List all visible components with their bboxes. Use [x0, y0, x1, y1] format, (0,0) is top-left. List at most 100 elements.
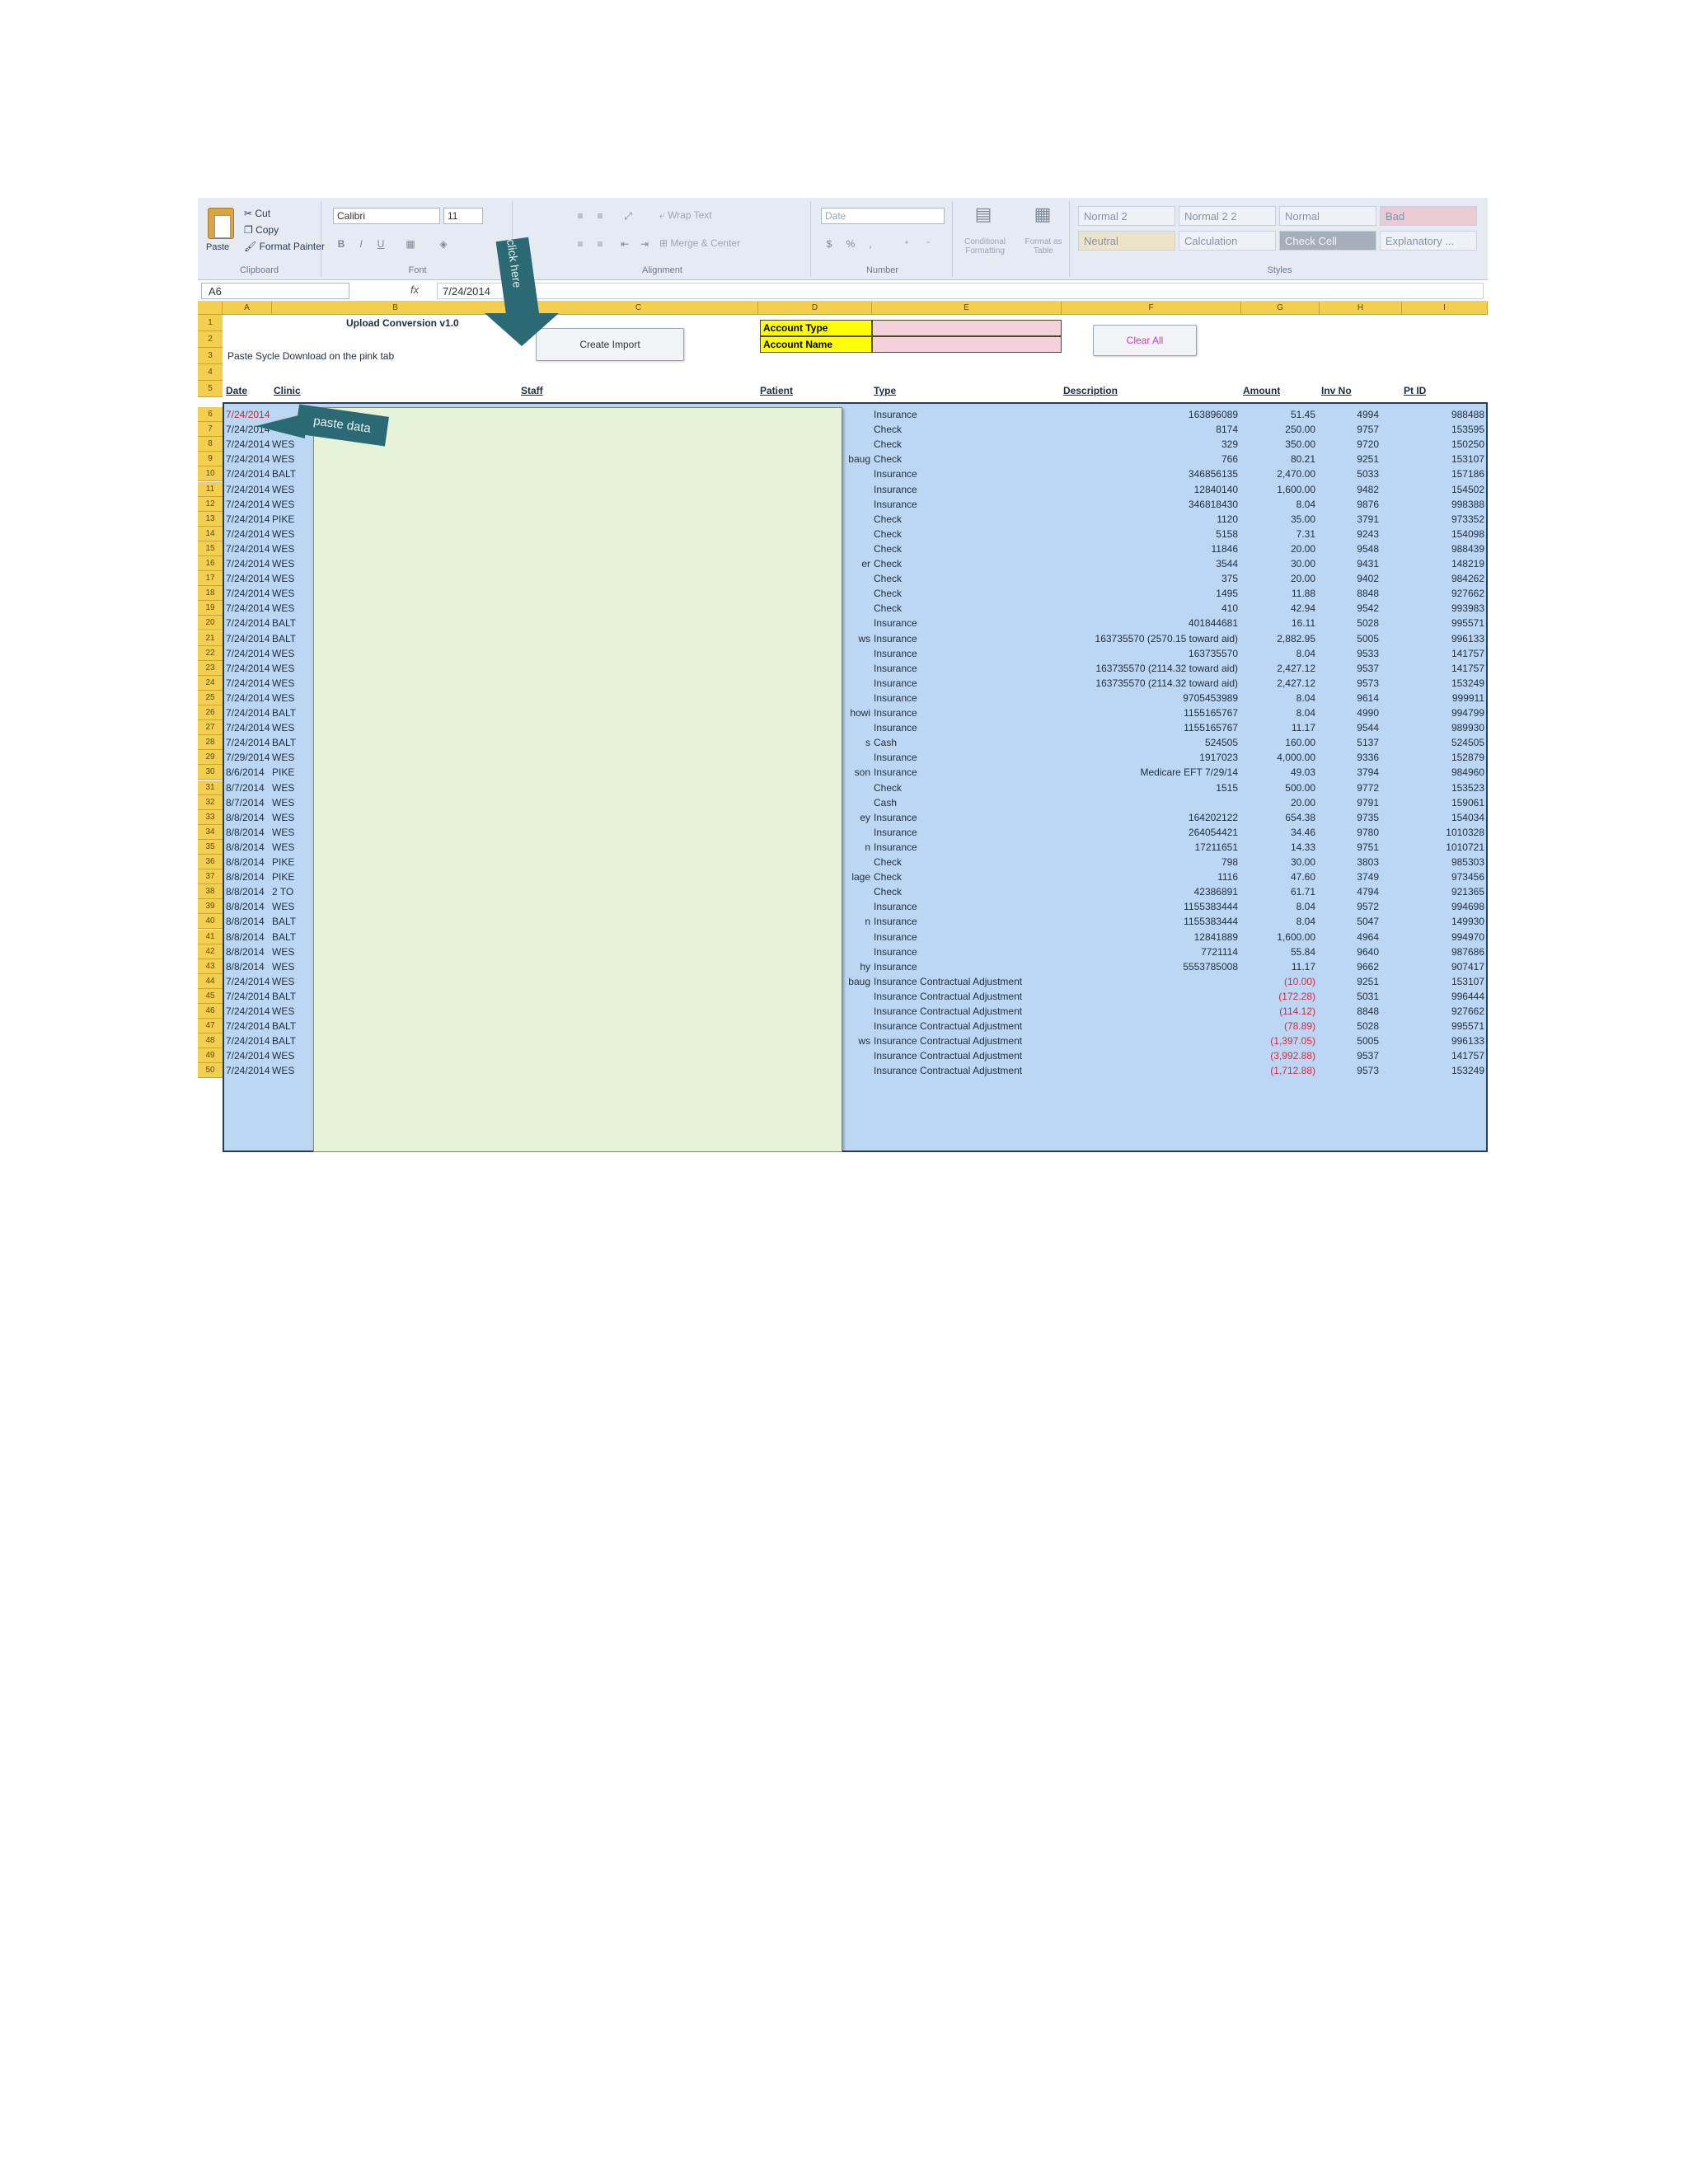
cell-pt[interactable]: 999911 [1404, 691, 1484, 705]
cell-amount[interactable]: 30.00 [1243, 556, 1315, 571]
cell-inv[interactable]: 9614 [1321, 691, 1379, 705]
cell-desc[interactable]: 5158 [1063, 527, 1238, 541]
cell-clinic[interactable]: WES [272, 1004, 305, 1019]
row-header[interactable]: 3 [198, 348, 223, 364]
cell-inv[interactable]: 9251 [1321, 974, 1379, 989]
cell-amount[interactable]: 49.03 [1243, 765, 1315, 780]
comma-icon[interactable]: , [862, 236, 879, 252]
cell-type[interactable]: Check [874, 855, 1060, 869]
cell-pt[interactable]: 157186 [1404, 466, 1484, 481]
cell-inv[interactable]: 9720 [1321, 437, 1379, 452]
cell-amount[interactable]: 11.17 [1243, 959, 1315, 974]
cell-clinic[interactable]: BALT [272, 466, 305, 481]
cell-desc[interactable]: Medicare EFT 7/29/14 [1063, 765, 1238, 780]
cell-type[interactable]: Insurance [874, 959, 1060, 974]
cell-inv[interactable]: 9573 [1321, 1063, 1379, 1078]
cell-pt[interactable]: 141757 [1404, 1048, 1484, 1063]
align-top-icon[interactable]: ≡ [572, 208, 588, 224]
cell-pt[interactable]: 153595 [1404, 422, 1484, 437]
cell-pt[interactable]: 995571 [1404, 1019, 1484, 1033]
row-header[interactable]: 29 [198, 750, 223, 766]
cell-amount[interactable]: (114.12) [1243, 1004, 1315, 1019]
row-header[interactable]: 25 [198, 690, 223, 705]
cell-desc[interactable]: 1917023 [1063, 750, 1238, 765]
cell-pt[interactable]: 996133 [1404, 1033, 1484, 1048]
row-header[interactable]: 26 [198, 705, 223, 721]
cell-date[interactable]: 7/24/2014 [226, 646, 270, 661]
cell-clinic[interactable]: WES [272, 601, 305, 616]
cell-clinic[interactable]: PIKE [272, 855, 305, 869]
decrease-decimal-icon[interactable]: ⁻ [920, 236, 936, 252]
row-header[interactable]: 30 [198, 765, 223, 780]
account-type-input[interactable] [872, 320, 1062, 336]
cell-inv[interactable]: 5005 [1321, 1033, 1379, 1048]
row-header[interactable]: 15 [198, 541, 223, 556]
cell-amount[interactable]: 51.45 [1243, 407, 1315, 422]
cell-type[interactable]: Cash [874, 735, 1060, 750]
cell-amount[interactable]: 8.04 [1243, 899, 1315, 914]
cell-date[interactable]: 7/24/2014 [226, 586, 270, 601]
cell-desc[interactable]: 346818430 [1063, 497, 1238, 512]
row-header[interactable]: 35 [198, 839, 223, 855]
cell-clinic[interactable]: BALT [272, 930, 305, 944]
cell-clinic[interactable]: WES [272, 691, 305, 705]
row-header[interactable]: 21 [198, 630, 223, 646]
cell-desc[interactable]: 8174 [1063, 422, 1238, 437]
cell-inv[interactable]: 5031 [1321, 989, 1379, 1004]
cell-clinic[interactable]: WES [272, 1063, 305, 1078]
percent-icon[interactable]: % [842, 236, 859, 252]
cell-clinic[interactable]: BALT [272, 735, 305, 750]
cell-date[interactable]: 7/24/2014 [226, 571, 270, 586]
cell-type[interactable]: Insurance Contractual Adjustment [874, 1033, 1060, 1048]
cell-clinic[interactable]: WES [272, 944, 305, 959]
cell-amount[interactable]: 1,600.00 [1243, 930, 1315, 944]
cell-amount[interactable]: 11.17 [1243, 720, 1315, 735]
cell-pt[interactable]: 148219 [1404, 556, 1484, 571]
cell-date[interactable]: 7/24/2014 [226, 1063, 270, 1078]
cell-amount[interactable]: (1,397.05) [1243, 1033, 1315, 1048]
format-as-table-button[interactable]: Format as Table [1019, 237, 1068, 255]
cell-type[interactable]: Check [874, 556, 1060, 571]
cell-desc[interactable] [1063, 989, 1238, 1004]
cell-pt[interactable]: 907417 [1404, 959, 1484, 974]
cell-clinic[interactable]: WES [272, 646, 305, 661]
format-painter-button[interactable]: 🖌 Format Painter [244, 241, 325, 252]
cell-clinic[interactable]: WES [272, 780, 305, 795]
cell-date[interactable]: 7/24/2014 [226, 676, 270, 691]
cell-date[interactable]: 7/24/2014 [226, 541, 270, 556]
cell-amount[interactable]: 61.71 [1243, 884, 1315, 899]
row-header[interactable]: 31 [198, 780, 223, 795]
number-format-combo[interactable]: Date [821, 208, 945, 224]
cell-type[interactable]: Check [874, 601, 1060, 616]
row-header[interactable]: 1 [198, 315, 223, 331]
cell-type[interactable]: Check [874, 437, 1060, 452]
cell-type[interactable]: Insurance [874, 661, 1060, 676]
cell-amount[interactable]: 654.38 [1243, 810, 1315, 825]
row-header[interactable]: 41 [198, 929, 223, 944]
cell-type[interactable]: Insurance Contractual Adjustment [874, 1004, 1060, 1019]
cell-amount[interactable]: (1,712.88) [1243, 1063, 1315, 1078]
cell-desc[interactable]: 264054421 [1063, 825, 1238, 840]
cell-date[interactable]: 7/24/2014 [226, 407, 270, 422]
cell-inv[interactable]: 9243 [1321, 527, 1379, 541]
row-header[interactable]: 14 [198, 526, 223, 541]
cell-type[interactable]: Check [874, 541, 1060, 556]
cell-amount[interactable]: 4,000.00 [1243, 750, 1315, 765]
cell-desc[interactable]: 17211651 [1063, 840, 1239, 855]
cell-amount[interactable]: 1,600.00 [1243, 482, 1315, 497]
cell-date[interactable]: 8/8/2014 [226, 884, 270, 899]
cell-pt[interactable]: 973352 [1404, 512, 1484, 527]
paste-data-area[interactable] [313, 407, 842, 1152]
cell-date[interactable]: 7/24/2014 [226, 1019, 270, 1033]
cell-desc[interactable]: 5553785008 [1063, 959, 1238, 974]
cell-inv[interactable]: 5005 [1321, 631, 1379, 646]
cell-amount[interactable]: 11.88 [1243, 586, 1315, 601]
cell-date[interactable]: 8/8/2014 [226, 825, 270, 840]
row-header[interactable]: 38 [198, 884, 223, 900]
row-header[interactable]: 32 [198, 794, 223, 810]
cell-pt[interactable]: 154502 [1404, 482, 1484, 497]
style-explanatory[interactable]: Explanatory ... [1380, 231, 1477, 251]
cell-amount[interactable]: 80.21 [1243, 452, 1315, 466]
cell-inv[interactable]: 9544 [1321, 720, 1379, 735]
cell-type[interactable]: Check [874, 586, 1060, 601]
